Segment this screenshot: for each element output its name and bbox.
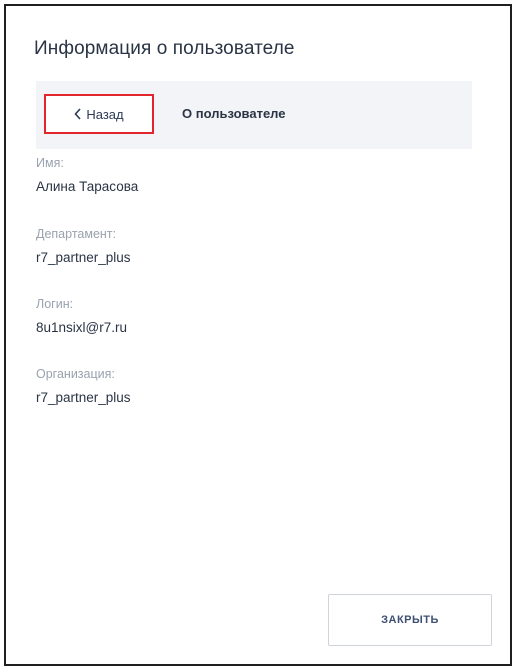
dialog-title: Информация о пользователе: [34, 38, 295, 59]
field-value: Алина Тарасова: [36, 179, 139, 194]
field-value: 8u1nsixl@r7.ru: [36, 320, 127, 335]
field-login: Логин: 8u1nsixl@r7.ru: [36, 297, 127, 336]
field-label: Департамент:: [36, 227, 116, 241]
field-value: r7_partner_plus: [36, 250, 131, 265]
chevron-left-icon: [74, 108, 82, 120]
field-name: Имя: Алина Тарасова: [36, 156, 138, 195]
field-department: Департамент: r7_partner_plus: [36, 227, 131, 266]
field-label: Организация:: [36, 367, 115, 381]
back-button[interactable]: Назад: [44, 94, 154, 134]
field-organization: Организация: r7_partner_plus: [36, 367, 131, 406]
section-title: О пользователе: [182, 106, 286, 121]
field-label: Имя:: [36, 156, 64, 170]
field-label: Логин:: [36, 297, 74, 311]
user-info-dialog: Информация о пользователе Назад О пользо…: [4, 4, 512, 666]
back-button-label: Назад: [86, 106, 124, 122]
field-value: r7_partner_plus: [36, 390, 131, 405]
close-button[interactable]: ЗАКРЫТЬ: [328, 594, 492, 646]
dialog-nav-bar: Назад О пользователе: [36, 81, 472, 149]
